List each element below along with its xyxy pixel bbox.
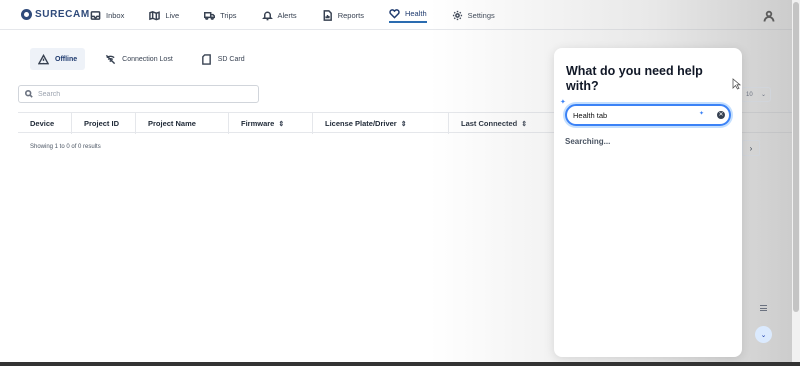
chevron-down-icon: ⌄ — [760, 92, 766, 98]
logo-text: SURECAM — [35, 9, 90, 20]
main-nav: Inbox Live Trips Alerts Reports Health S… — [90, 0, 520, 30]
truck-icon — [204, 11, 216, 20]
column-license-plate-driver[interactable]: License Plate/Driver ⇕ — [313, 113, 449, 134]
nav-label: Reports — [337, 10, 364, 20]
search-field[interactable] — [18, 85, 259, 103]
sort-icon: ⇕ — [278, 120, 285, 128]
nav-item-alerts[interactable]: Alerts — [261, 0, 297, 30]
user-icon[interactable] — [763, 9, 775, 22]
gear-icon — [452, 10, 462, 20]
nav-label: Settings — [467, 10, 495, 20]
sd-card-icon — [201, 53, 211, 65]
column-firmware[interactable]: Firmware ⇕ — [229, 113, 313, 134]
column-label: Project Name — [148, 119, 196, 128]
sparkle-icon: ✦ — [699, 111, 705, 117]
tab-sd-card[interactable]: SD Card — [193, 48, 253, 70]
nav-item-inbox[interactable]: Inbox — [90, 0, 124, 30]
nav-item-health[interactable]: Health — [388, 0, 427, 30]
column-project-name[interactable]: Project Name — [136, 113, 229, 134]
help-search-field[interactable]: ✦ ✕ — [565, 104, 731, 126]
column-last-connected[interactable]: Last Connected ⇕ — [449, 113, 569, 134]
health-tabs: Offline Connection Lost SD Card — [30, 48, 259, 70]
help-title: What do you need help with? — [566, 64, 703, 93]
page-size-value: 10 — [746, 91, 753, 98]
tab-connection-lost[interactable]: Connection Lost — [97, 48, 181, 70]
nav-label: Inbox — [106, 10, 125, 20]
logo-icon — [21, 9, 32, 20]
nav-label: Trips — [220, 10, 237, 20]
search-input[interactable] — [38, 90, 238, 98]
logo[interactable]: SURECAM — [21, 9, 90, 20]
report-icon — [323, 9, 332, 21]
column-label: Last Connected — [461, 119, 518, 128]
nav-item-reports[interactable]: Reports — [322, 0, 364, 30]
window-bottom-edge — [0, 362, 800, 366]
warning-icon — [38, 53, 49, 64]
no-signal-icon — [106, 54, 116, 64]
chevron-right-icon: › — [749, 143, 753, 153]
column-device[interactable]: Device — [18, 113, 72, 134]
nav-item-settings[interactable]: Settings — [452, 0, 495, 30]
nav-label: Health — [404, 8, 427, 18]
column-label: Project ID — [84, 119, 120, 128]
sparkle-icon: ✦ — [560, 99, 566, 106]
chevron-down-icon: ⌄ — [760, 331, 767, 339]
clear-icon[interactable]: ✕ — [717, 111, 725, 119]
search-icon — [25, 90, 33, 98]
column-label: Firmware — [241, 119, 275, 128]
tab-label: SD Card — [217, 55, 245, 63]
sort-icon: ⇕ — [521, 120, 528, 128]
mouse-cursor-icon — [732, 78, 742, 90]
nav-item-live[interactable]: Live — [149, 0, 179, 30]
nav-item-trips[interactable]: Trips — [204, 0, 237, 30]
tab-offline[interactable]: Offline — [30, 48, 86, 70]
top-navigation-bar: SURECAM Inbox Live Trips Alerts Reports … — [0, 0, 800, 30]
nav-label: Alerts — [277, 10, 297, 20]
tab-label: Connection Lost — [122, 55, 173, 63]
help-panel: What do you need help with? ✦ ✦ ✕ Search… — [554, 48, 742, 357]
map-icon — [149, 10, 161, 20]
tab-label: Offline — [55, 55, 78, 63]
inbox-icon — [90, 10, 101, 20]
next-page-button[interactable]: › — [742, 140, 760, 156]
heart-icon — [389, 8, 400, 19]
scrollbar[interactable] — [792, 0, 800, 366]
nav-label: Live — [165, 10, 180, 20]
bell-icon — [261, 11, 273, 20]
menu-icon[interactable] — [760, 305, 767, 311]
search-status: Searching... — [565, 137, 611, 146]
column-project-id[interactable]: Project ID — [72, 113, 136, 134]
page-size-select[interactable]: 10 ⌄ — [741, 87, 771, 102]
sort-icon: ⇕ — [400, 120, 407, 128]
scroll-thumb[interactable] — [793, 2, 799, 312]
scroll-down-button[interactable]: ⌄ — [755, 326, 772, 343]
column-label: Device — [30, 119, 55, 128]
column-label: License Plate/Driver — [325, 119, 397, 128]
help-search-input[interactable] — [573, 110, 693, 120]
results-summary: Showing 1 to 0 of 0 results — [30, 144, 101, 150]
